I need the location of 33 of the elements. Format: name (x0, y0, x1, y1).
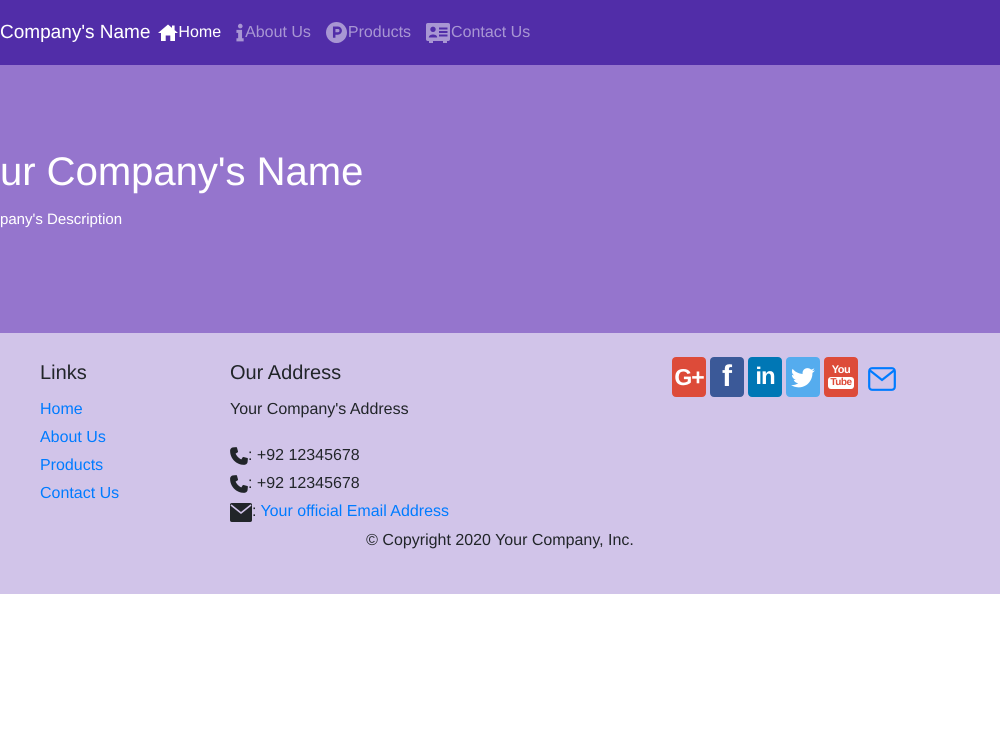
address-text: Your Company's Address (230, 400, 410, 420)
phone-number: : +92 12345678 (248, 475, 360, 493)
hero-description: pany's Description (0, 210, 124, 230)
info-icon (236, 23, 244, 42)
nav-link[interactable]: Contact Us (426, 22, 530, 44)
section-heading: Links (40, 361, 88, 386)
phone-icon (230, 447, 248, 465)
social-button[interactable]: You Tube (824, 357, 858, 397)
separator-text: : (252, 503, 256, 521)
email-link[interactable]: Your official Email Address (260, 503, 449, 521)
phone-number: : +92 12345678 (248, 447, 360, 465)
social-button[interactable] (786, 357, 820, 397)
footer-link[interactable]: Home (40, 396, 83, 424)
phone-icon (230, 475, 248, 493)
footer-link[interactable]: Products (40, 452, 104, 480)
nav-link[interactable]: About Us (236, 23, 311, 42)
home-icon (158, 24, 178, 41)
footer-link[interactable]: Contact Us (40, 480, 120, 508)
social-button[interactable]: f (710, 357, 744, 397)
footer-link[interactable]: About Us (40, 424, 106, 452)
social-button[interactable]: in (748, 357, 782, 397)
hero-title: ur Company's Name (0, 149, 364, 196)
envelope-icon (230, 502, 252, 522)
nav-link[interactable]: Home (158, 24, 222, 42)
copyright-text: © Copyright 2020 Your Company, Inc. (366, 532, 634, 549)
section-heading: Our Address (230, 361, 342, 386)
social-button[interactable]: G+ (672, 357, 706, 397)
nav-link[interactable]: Products (326, 22, 412, 43)
contact-card-icon (426, 22, 450, 44)
bird-icon (790, 366, 816, 388)
brand-name[interactable]: Company's Name (0, 22, 150, 44)
p-circle-icon (326, 22, 347, 43)
envelope-icon[interactable] (868, 367, 896, 391)
